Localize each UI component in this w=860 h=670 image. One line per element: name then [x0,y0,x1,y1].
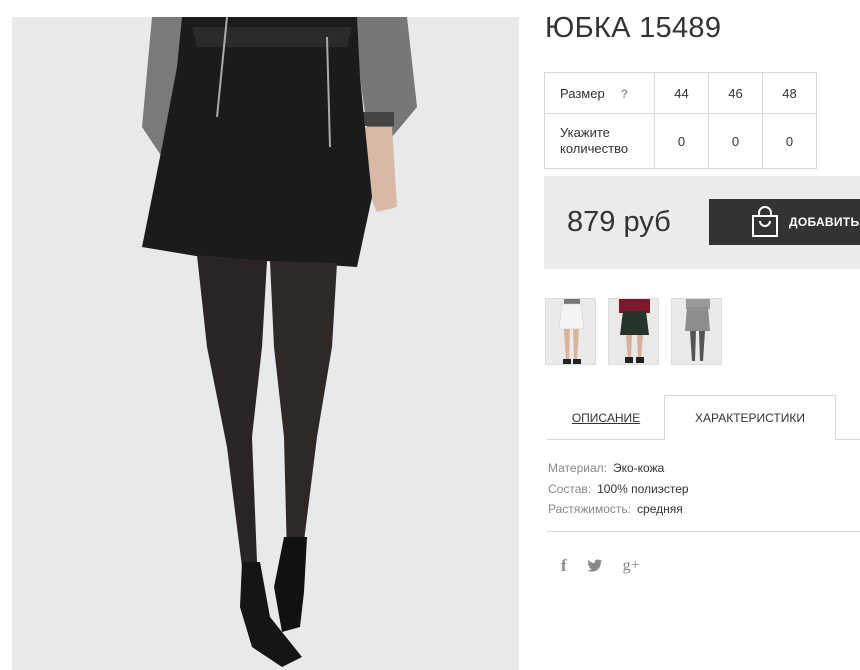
quantity-44[interactable]: 0 [654,113,709,169]
spec-value: средняя [637,502,683,516]
spec-key: Растяжимость: [548,502,632,516]
color-thumbnails [545,298,722,365]
product-main-image[interactable] [12,17,519,670]
thumbnail-grey-skirt[interactable] [671,298,722,365]
thumbnail-image [672,299,721,364]
thumbnail-white-skirt[interactable] [545,298,596,365]
quantity-label: Укажите количество [560,125,628,157]
price: 879 руб [567,206,671,238]
google-plus-icon[interactable]: g+ [623,557,640,575]
spec-key: Материал: [548,461,607,475]
quantity-label-line-2: количество [560,141,629,156]
spec-row-stretch: Растяжимость: средняя [548,499,689,520]
quantity-46[interactable]: 0 [708,113,763,169]
size-table: Размер? 44 46 48 Укажите количество 0 0 0 [544,72,817,169]
spec-value: Эко-кожа [612,461,665,475]
quantity-48[interactable]: 0 [762,113,817,169]
shopping-bag-icon [752,206,778,237]
characteristics-list: Материал: Эко-кожа Состав: 100% полиэстер … [548,458,689,520]
size-46[interactable]: 46 [708,72,763,114]
size-48[interactable]: 48 [762,72,817,114]
social-share: f g+ [561,556,640,576]
product-tabs: ОПИСАНИЕ ХАРАКТЕРИСТИКИ [547,395,860,440]
quantity-row: Укажите количество 0 0 0 [544,113,817,169]
add-to-cart-label: ДОБАВИТЬ [789,215,860,229]
price-box: 879 руб ДОБАВИТЬ [544,176,860,269]
size-label-cell: Размер? [544,72,655,114]
spec-key: Состав: [548,481,592,496]
thumbnail-green-skirt[interactable] [608,298,659,365]
product-photo-illustration [12,17,519,670]
tab-description[interactable]: ОПИСАНИЕ [547,395,665,440]
facebook-icon[interactable]: f [561,556,567,576]
size-help-icon[interactable]: ? [621,87,628,101]
section-divider [547,531,860,532]
tab-characteristics[interactable]: ХАРАКТЕРИСТИКИ [664,395,836,440]
quantity-label-cell: Укажите количество [544,113,655,169]
quantity-label-line-1: Укажите [560,125,610,140]
size-label: Размер [560,85,605,101]
size-row: Размер? 44 46 48 [544,72,817,114]
product-title: ЮБКА 15489 [545,12,722,44]
spec-row-material: Материал: Эко-кожа [548,458,689,479]
twitter-icon[interactable] [587,559,603,573]
thumbnail-image [546,299,595,364]
size-44[interactable]: 44 [654,72,709,114]
thumbnail-image [609,299,658,364]
add-to-cart-button[interactable]: ДОБАВИТЬ [709,199,860,245]
spec-row-composition: Состав: 100% полиэстер [548,479,689,500]
spec-value: 100% полиэстер [597,481,689,496]
